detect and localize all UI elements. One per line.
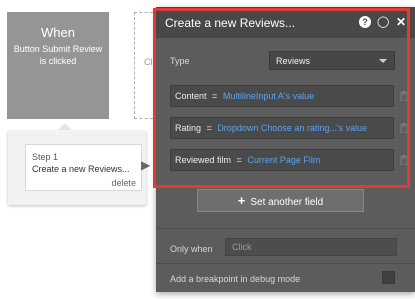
trash-icon[interactable] [400, 123, 408, 133]
only-when-input[interactable]: Click [225, 238, 397, 256]
event-title: When [41, 25, 75, 40]
step-1-block[interactable]: Step 1 Create a new Reviews... delete [25, 144, 142, 191]
panel-title: Create a new Reviews... [165, 16, 296, 30]
set-another-field-label: Set another field [250, 197, 324, 208]
field-value[interactable]: Dropdown Choose an rating...'s value [217, 123, 367, 133]
step-card: Step 1 Create a new Reviews... delete [8, 131, 146, 205]
breakpoint-checkbox[interactable] [382, 271, 395, 284]
field-equals: = [212, 91, 218, 101]
trash-icon[interactable] [400, 155, 408, 165]
caret-up-icon [58, 123, 72, 130]
action-properties-panel: Create a new Reviews... ? ◯ ✕ Type Revie… [156, 7, 415, 292]
divider [156, 263, 415, 264]
field-value[interactable]: MultilineInput A's value [223, 91, 314, 101]
only-when-placeholder: Click [232, 242, 252, 252]
next-step-placeholder-text: Cli [144, 57, 155, 67]
event-block[interactable]: When Button Submit Review is clicked [7, 12, 109, 119]
event-description: Button Submit Review is clicked [13, 44, 103, 66]
breakpoint-label: Add a breakpoint in debug mode [170, 274, 301, 284]
field-name: Reviewed film [175, 155, 232, 165]
chevron-down-icon [379, 59, 387, 63]
divider [156, 228, 415, 229]
plus-icon: + [237, 193, 246, 208]
help-icon[interactable]: ? [359, 16, 371, 28]
set-another-field-button[interactable]: + Set another field [197, 189, 364, 212]
field-row-content[interactable]: Content = MultilineInput A's value [170, 85, 394, 107]
arrow-right-icon: ▶ [141, 158, 151, 172]
step-title: Create a new Reviews... [32, 164, 130, 174]
field-row-reviewed-film[interactable]: Reviewed film = Current Page Film [170, 149, 394, 171]
field-equals: = [236, 155, 242, 165]
comment-icon[interactable]: ◯ [377, 16, 389, 29]
trash-icon[interactable] [400, 91, 408, 101]
field-name: Rating [175, 123, 202, 133]
type-select[interactable]: Reviews [269, 51, 395, 70]
field-equals: = [206, 123, 212, 133]
panel-header: Create a new Reviews... ? ◯ ✕ [156, 7, 415, 38]
field-name: Content [175, 91, 207, 101]
field-row-rating[interactable]: Rating = Dropdown Choose an rating...'s … [170, 117, 394, 139]
only-when-label: Only when [170, 244, 213, 254]
type-label: Type [170, 56, 190, 66]
field-value[interactable]: Current Page Film [247, 155, 320, 165]
type-select-value: Reviews [276, 56, 311, 66]
step-delete-link[interactable]: delete [111, 178, 136, 188]
step-number: Step 1 [32, 152, 59, 162]
close-icon[interactable]: ✕ [396, 16, 406, 29]
